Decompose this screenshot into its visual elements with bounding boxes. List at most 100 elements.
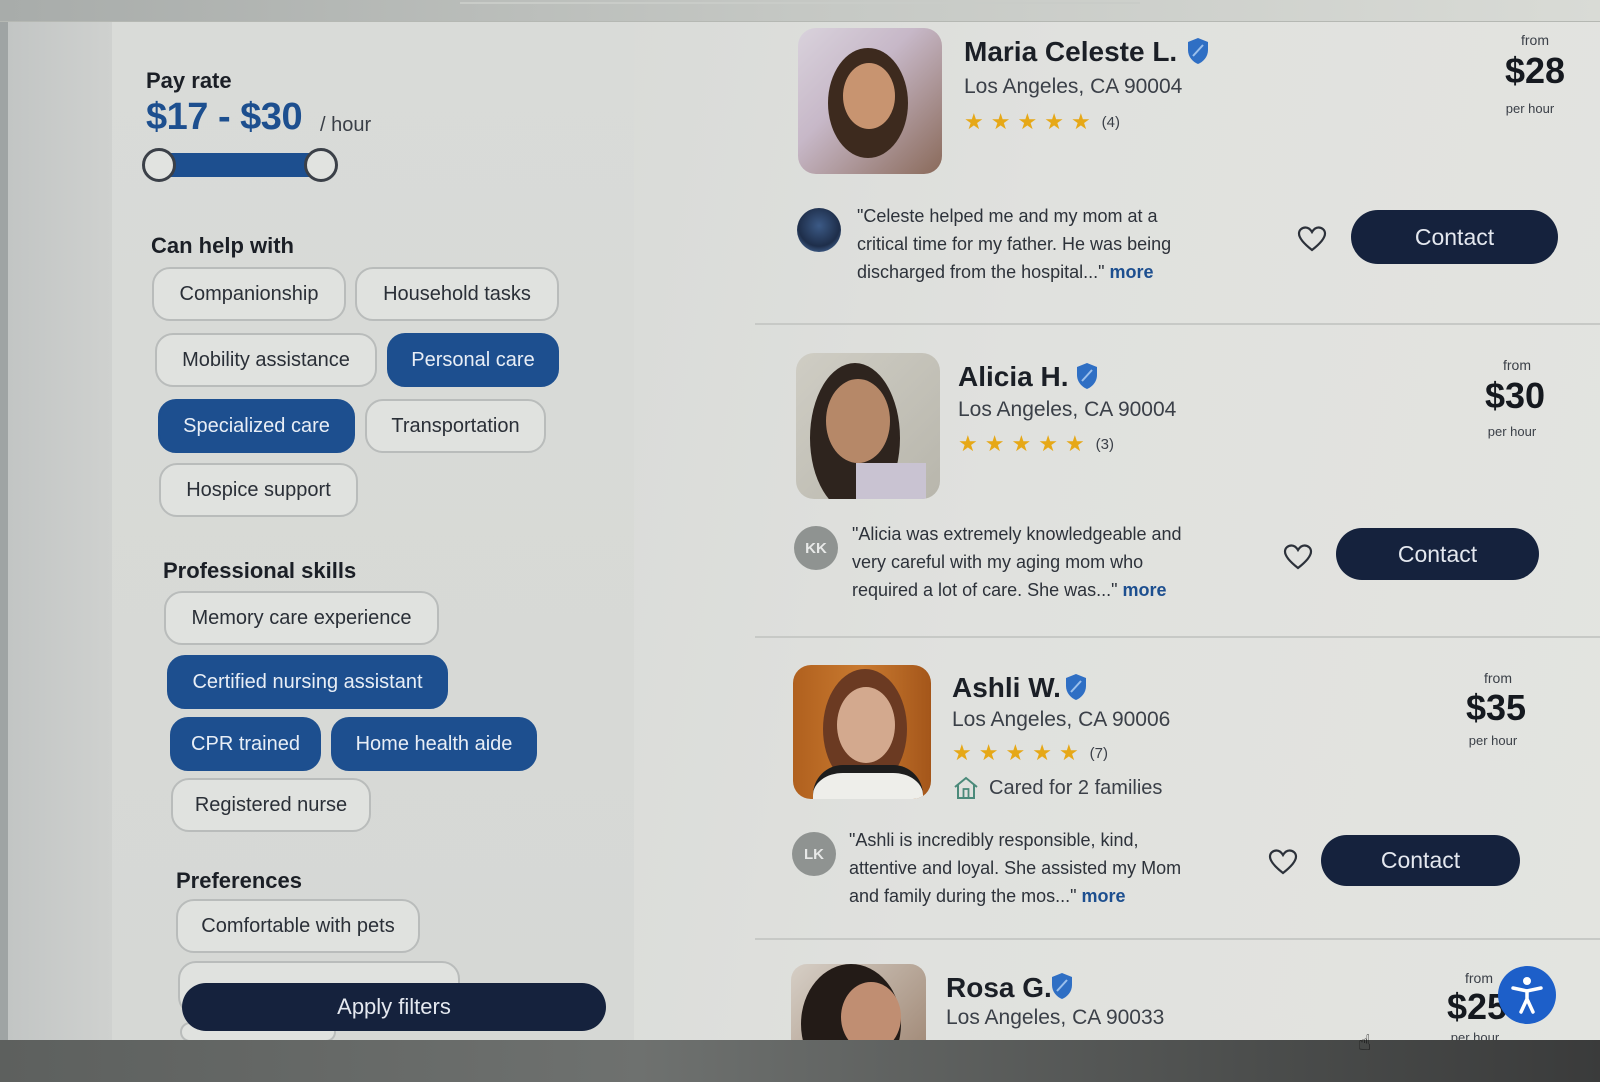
chip-hospice-support[interactable]: Hospice support [159, 463, 358, 517]
chip-specialized-care[interactable]: Specialized care [158, 399, 355, 453]
heart-icon[interactable] [1297, 225, 1327, 253]
reviewer-avatar [797, 208, 841, 252]
photo-face [841, 982, 901, 1044]
can-help-with-title: Can help with [151, 233, 294, 258]
pay-rate-title: Pay rate [146, 68, 232, 93]
house-icon [954, 776, 978, 799]
families-text: Cared for 2 families [989, 776, 1163, 799]
more-link[interactable]: more [1110, 262, 1154, 282]
preferences-title: Preferences [176, 868, 302, 893]
contact-button[interactable]: Contact [1351, 210, 1558, 264]
pay-rate-slider-track[interactable] [160, 153, 322, 177]
contact-button[interactable]: Contact [1321, 835, 1520, 886]
accessibility-icon [1511, 977, 1543, 1014]
caregiver-photo[interactable] [796, 353, 940, 499]
caregiver-location: Los Angeles, CA 90006 [952, 708, 1171, 731]
caregiver-name[interactable]: Ashli W. [952, 672, 1061, 704]
review-count: (7) [1089, 744, 1109, 762]
photo-shirt [856, 463, 926, 499]
review-text: "Ashli is incredibly responsible, kind, … [849, 830, 1182, 906]
caregiver-photo[interactable] [793, 665, 931, 799]
left-gutter [8, 22, 112, 1040]
heart-icon[interactable] [1283, 543, 1313, 571]
more-link[interactable]: more [1123, 580, 1167, 600]
caregiver-location: Los Angeles, CA 90004 [958, 398, 1177, 421]
star-icon: ★ [964, 109, 984, 134]
families-cared-badge: Cared for 2 families [953, 776, 1162, 800]
chip-certified-nursing-assistant[interactable]: Certified nursing assistant [167, 655, 448, 709]
caregiver-photo[interactable] [791, 964, 926, 1044]
price-per-label: per hour [1505, 101, 1555, 116]
more-link[interactable]: more [1082, 886, 1126, 906]
contact-button[interactable]: Contact [1336, 528, 1539, 580]
pay-rate-max-handle[interactable] [304, 148, 338, 182]
rating-stars: ★ ★ ★ ★ ★ (7) [952, 742, 1108, 764]
price-value: $30 [1484, 375, 1546, 416]
star-icon: ★ [958, 431, 978, 456]
verified-shield-icon [1052, 973, 1072, 999]
pay-rate-min-handle[interactable] [142, 148, 176, 182]
star-icon: ★ [952, 740, 972, 765]
verified-shield-icon [1077, 363, 1097, 389]
review-snippet: "Ashli is incredibly responsible, kind, … [849, 826, 1194, 910]
apply-filters-button[interactable]: Apply filters [182, 983, 606, 1031]
star-icon: ★ [978, 740, 999, 765]
photo-face [843, 63, 895, 129]
star-icon: ★ [1058, 740, 1079, 765]
result-divider [755, 636, 1600, 638]
chip-mobility-assistance[interactable]: Mobility assistance [155, 333, 377, 387]
price-from-label: from [1503, 357, 1531, 373]
star-icon: ★ [1064, 431, 1085, 456]
chip-personal-care[interactable]: Personal care [387, 333, 559, 387]
reviewer-avatar: LK [792, 832, 836, 876]
verified-shield-icon [1188, 38, 1208, 64]
review-snippet: "Alicia was extremely knowledgeable and … [852, 520, 1202, 604]
star-icon: ★ [990, 109, 1011, 134]
price-from-label: from [1465, 970, 1493, 986]
caregiver-location: Los Angeles, CA 90033 [946, 1006, 1165, 1029]
price-per-label: per hour [1487, 424, 1537, 439]
star-icon: ★ [1011, 431, 1032, 456]
review-count: (4) [1101, 113, 1121, 131]
star-icon: ★ [1070, 109, 1091, 134]
chip-comfortable-with-pets[interactable]: Comfortable with pets [176, 899, 420, 953]
caregiver-name[interactable]: Alicia H. [958, 361, 1068, 393]
price-value: $35 [1465, 687, 1527, 728]
caregiver-name[interactable]: Rosa G. [946, 972, 1052, 1004]
result-divider [755, 323, 1600, 325]
pay-rate-unit: / hour [320, 114, 372, 136]
browser-top-strip [0, 0, 1600, 22]
heart-icon[interactable] [1268, 848, 1298, 876]
photo-face [826, 379, 890, 463]
tab-edge [460, 0, 1140, 4]
caregiver-name[interactable]: Maria Celeste L. [964, 36, 1177, 68]
star-icon: ★ [1017, 109, 1038, 134]
price-from-label: from [1484, 670, 1512, 686]
chip-cpr-trained[interactable]: CPR trained [170, 717, 321, 771]
reviewer-avatar: KK [794, 526, 838, 570]
chip-transportation[interactable]: Transportation [365, 399, 546, 453]
price-from-label: from [1521, 32, 1549, 48]
star-icon: ★ [1044, 109, 1064, 134]
hand-cursor-icon: ☝ [1358, 1030, 1372, 1055]
review-snippet: "Celeste helped me and my mom at a criti… [857, 202, 1202, 286]
chip-registered-nurse[interactable]: Registered nurse [171, 778, 371, 832]
price-value: $28 [1504, 50, 1566, 91]
chip-household-tasks[interactable]: Household tasks [355, 267, 559, 321]
rating-stars: ★ ★ ★ ★ ★ (4) [964, 111, 1120, 133]
star-icon: ★ [1005, 740, 1026, 765]
caregiver-photo[interactable] [798, 28, 942, 174]
review-count: (3) [1095, 435, 1115, 453]
verified-shield-icon [1066, 674, 1086, 700]
star-icon: ★ [1038, 431, 1058, 456]
rating-stars: ★ ★ ★ ★ ★ (3) [958, 433, 1114, 455]
accessibility-button[interactable] [1498, 966, 1556, 1024]
chip-memory-care[interactable]: Memory care experience [164, 591, 439, 645]
result-divider [755, 938, 1600, 940]
photo-face [837, 687, 895, 763]
star-icon: ★ [1032, 740, 1052, 765]
photo-shirt [813, 765, 923, 799]
chip-companionship[interactable]: Companionship [152, 267, 346, 321]
chip-home-health-aide[interactable]: Home health aide [331, 717, 537, 771]
star-icon: ★ [984, 431, 1005, 456]
